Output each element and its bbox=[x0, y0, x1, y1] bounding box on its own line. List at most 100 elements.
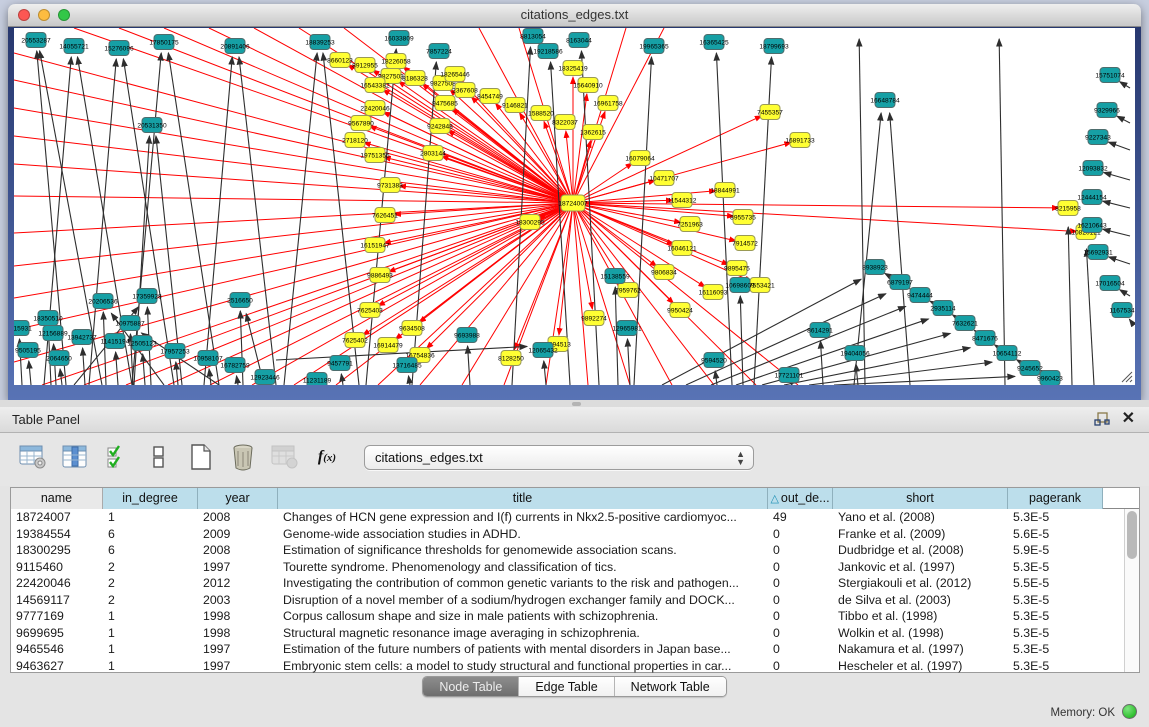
column-header-out_de[interactable]: △out_de... bbox=[768, 488, 833, 509]
graph-node[interactable]: 7625403 bbox=[357, 303, 383, 318]
graph-node[interactable]: 2367608 bbox=[452, 83, 478, 98]
graph-node[interactable]: 15640910 bbox=[573, 78, 603, 93]
table-cell[interactable]: Disruption of a novel member of a sodium… bbox=[278, 592, 768, 609]
table-cell[interactable]: Jankovic et al. (1997) bbox=[833, 559, 1008, 576]
graph-node[interactable]: 1588520 bbox=[528, 106, 554, 121]
table-cell[interactable]: 0 bbox=[768, 526, 833, 543]
table-cell[interactable]: 5.3E-5 bbox=[1008, 608, 1103, 625]
table-cell[interactable]: 5.3E-5 bbox=[1008, 559, 1103, 576]
table-cell[interactable]: 2012 bbox=[198, 575, 278, 592]
graph-node[interactable]: 8660123 bbox=[327, 53, 353, 68]
table-vertical-scrollbar[interactable] bbox=[1124, 509, 1139, 672]
graph-node[interactable]: 8915931 bbox=[14, 321, 32, 336]
table-cell[interactable]: Investigating the contribution of common… bbox=[278, 575, 768, 592]
graph-node[interactable]: 9886493 bbox=[367, 268, 393, 283]
graph-node[interactable]: 19218586 bbox=[533, 44, 563, 59]
graph-node[interactable]: 19965365 bbox=[639, 39, 669, 54]
graph-node[interactable]: 10958107 bbox=[193, 351, 223, 366]
graph-node[interactable]: 20553287 bbox=[21, 33, 51, 48]
graph-node[interactable]: 7626451 bbox=[372, 208, 398, 223]
table-cell[interactable]: Stergiakouli et al. (2012) bbox=[833, 575, 1008, 592]
graph-node[interactable]: 8938923 bbox=[862, 260, 888, 275]
table-cell[interactable]: Genome-wide association studies in ADHD. bbox=[278, 526, 768, 543]
table-cell[interactable]: 0 bbox=[768, 658, 833, 675]
table-cell[interactable]: 2009 bbox=[198, 526, 278, 543]
table-cell[interactable]: Nakamura et al. (1997) bbox=[833, 641, 1008, 658]
table-cell[interactable]: 0 bbox=[768, 641, 833, 658]
graph-node[interactable]: 12093832 bbox=[1078, 161, 1108, 176]
graph-node[interactable]: 16961758 bbox=[593, 96, 623, 111]
graph-node[interactable]: 18325419 bbox=[558, 61, 588, 76]
panel-splitter[interactable] bbox=[0, 400, 1149, 407]
table-cell[interactable]: Tibbo et al. (1998) bbox=[833, 608, 1008, 625]
memory-status-indicator[interactable] bbox=[1122, 704, 1137, 719]
table-cell[interactable]: 1998 bbox=[198, 625, 278, 642]
table-source-select[interactable]: citations_edges.txt ▲▼ bbox=[364, 445, 754, 470]
float-window-icon[interactable] bbox=[1094, 412, 1110, 427]
graph-node[interactable]: 19751355 bbox=[360, 148, 390, 163]
graph-node[interactable]: 1167534 bbox=[1109, 303, 1135, 318]
network-canvas[interactable]: 1872400718300295866012389129551822605898… bbox=[14, 28, 1135, 385]
graph-node[interactable]: 17359928 bbox=[132, 289, 162, 304]
table-cell[interactable]: 2003 bbox=[198, 592, 278, 609]
graph-node[interactable]: 16151947 bbox=[360, 238, 390, 253]
graph-node[interactable]: 17721101 bbox=[775, 368, 804, 383]
graph-node[interactable]: 20531350 bbox=[137, 118, 167, 133]
table-cell[interactable]: Structural magnetic resonance image aver… bbox=[278, 625, 768, 642]
graph-node[interactable]: 16079064 bbox=[625, 151, 655, 166]
show-column-icon[interactable] bbox=[60, 441, 90, 473]
graph-node[interactable]: 7914572 bbox=[732, 236, 758, 251]
graph-node[interactable]: 8186328 bbox=[402, 71, 428, 86]
table-row[interactable]: 946362711997Embryonic stem cells: a mode… bbox=[11, 658, 1139, 675]
table-row[interactable]: 1830029562008Estimation of significance … bbox=[11, 542, 1139, 559]
table-mode-icon[interactable] bbox=[18, 441, 48, 473]
column-header-pagerank[interactable]: pagerank bbox=[1008, 488, 1103, 509]
table-cell[interactable]: 9777169 bbox=[11, 608, 103, 625]
table-cell[interactable]: 14569117 bbox=[11, 592, 103, 609]
graph-node[interactable]: 18265446 bbox=[440, 67, 470, 82]
graph-node[interactable]: 9475685 bbox=[432, 96, 458, 111]
graph-node[interactable]: 17016504 bbox=[1095, 276, 1125, 291]
table-cell[interactable]: Estimation of the future numbers of pati… bbox=[278, 641, 768, 658]
graph-node[interactable]: 9806834 bbox=[651, 265, 677, 280]
graph-node[interactable]: 16365425 bbox=[699, 35, 729, 50]
graph-node[interactable]: 2516650 bbox=[227, 293, 253, 308]
graph-node[interactable]: 9892274 bbox=[581, 311, 607, 326]
table-cell[interactable]: 5.3E-5 bbox=[1008, 658, 1103, 675]
graph-node[interactable]: 8912955 bbox=[352, 58, 378, 73]
graph-node[interactable]: 7857224 bbox=[426, 44, 452, 59]
graph-node[interactable]: 8614291 bbox=[807, 323, 833, 338]
graph-node[interactable]: 18226058 bbox=[381, 54, 411, 69]
graph-node[interactable]: 2064650 bbox=[46, 351, 72, 366]
table-cell[interactable]: 1997 bbox=[198, 658, 278, 675]
graph-node[interactable]: 17957253 bbox=[160, 344, 190, 359]
table-cell[interactable]: 1997 bbox=[198, 641, 278, 658]
column-header-name[interactable]: name bbox=[11, 488, 103, 509]
table-row[interactable]: 911546021997Tourette syndrome. Phenomeno… bbox=[11, 559, 1139, 576]
graph-node[interactable]: 9242848 bbox=[427, 119, 453, 134]
graph-node[interactable]: 12444154 bbox=[1077, 190, 1107, 205]
column-header-in_degree[interactable]: in_degree bbox=[103, 488, 198, 509]
table-cell[interactable]: 6 bbox=[103, 542, 198, 559]
scrollbar-thumb[interactable] bbox=[1127, 511, 1137, 559]
graph-node[interactable]: 16648784 bbox=[870, 93, 900, 108]
graph-node[interactable]: 9227343 bbox=[1085, 130, 1111, 145]
table-cell[interactable]: 5.3E-5 bbox=[1008, 625, 1103, 642]
table-cell[interactable]: 1998 bbox=[198, 608, 278, 625]
table-cell[interactable]: 1 bbox=[103, 658, 198, 675]
graph-node[interactable]: 10975887 bbox=[115, 316, 145, 331]
column-header-short[interactable]: short bbox=[833, 488, 1008, 509]
table-cell[interactable]: 5.5E-5 bbox=[1008, 575, 1103, 592]
table-cell[interactable]: 6 bbox=[103, 526, 198, 543]
table-cell[interactable]: 0 bbox=[768, 608, 833, 625]
table-cell[interactable]: Hescheler et al. (1997) bbox=[833, 658, 1008, 675]
graph-node[interactable]: 16782759 bbox=[220, 358, 250, 373]
graph-node[interactable]: 7625402 bbox=[342, 333, 368, 348]
tab-edge-table[interactable]: Edge Table bbox=[518, 677, 613, 696]
graph-node[interactable]: 15751074 bbox=[1095, 68, 1125, 83]
graph-node[interactable]: 6879197 bbox=[887, 275, 913, 290]
table-cell[interactable]: 49 bbox=[768, 509, 833, 526]
table-cell[interactable]: 9699695 bbox=[11, 625, 103, 642]
graph-node[interactable]: 7455357 bbox=[757, 105, 783, 120]
table-cell[interactable]: 9115460 bbox=[11, 559, 103, 576]
